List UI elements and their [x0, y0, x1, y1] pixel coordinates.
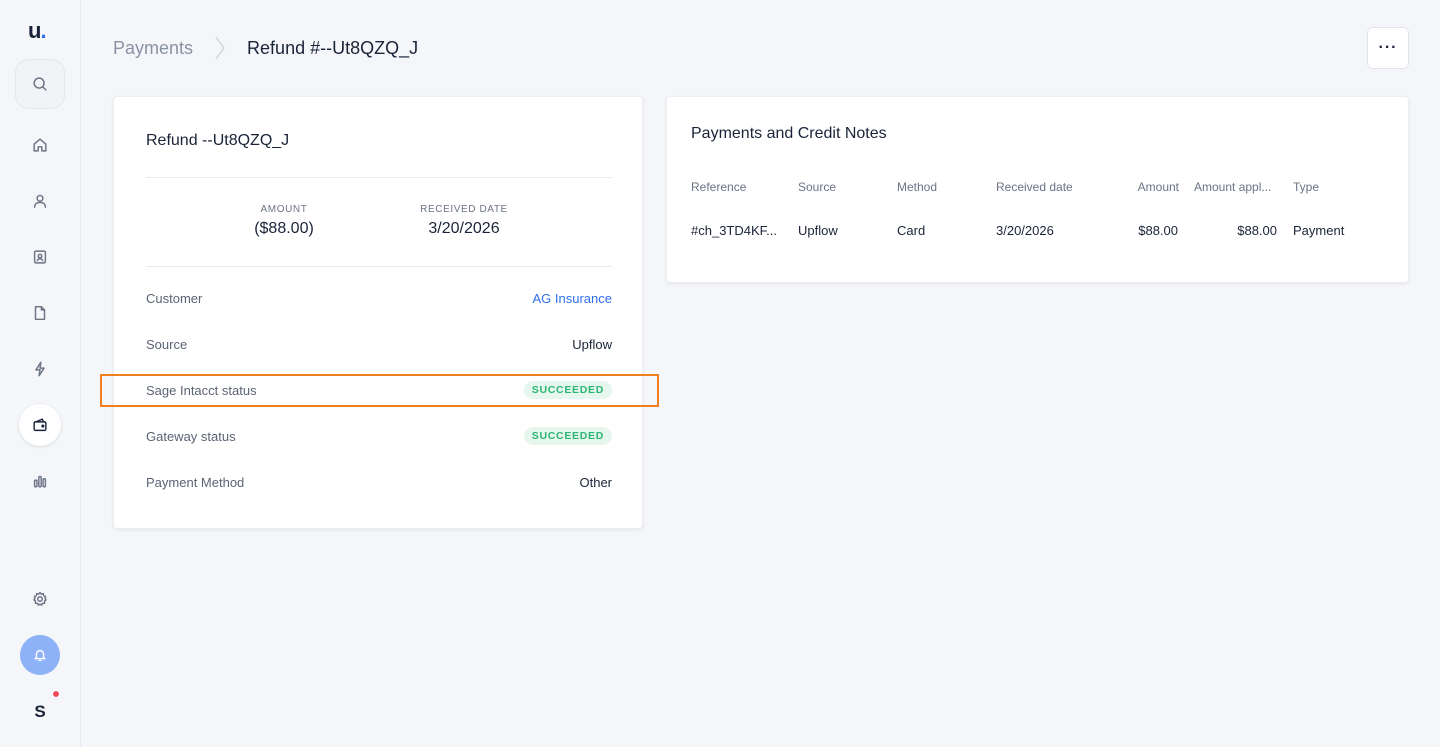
sidebar-item-invoices[interactable] [15, 288, 65, 338]
bell-icon [33, 649, 47, 662]
detail-label: Gateway status [146, 428, 236, 444]
column-header-amount-applied[interactable]: Amount appl... [1194, 180, 1278, 194]
detail-row-payment-method: Payment Method Other [146, 470, 612, 494]
user-icon [33, 194, 47, 209]
table-cell-type: Payment [1293, 223, 1345, 238]
column-header-method[interactable]: Method [897, 180, 987, 194]
document-icon [34, 305, 46, 321]
bar-chart-icon [33, 475, 47, 488]
sidebar-item-workflows[interactable] [15, 344, 65, 394]
table-cell-source: Upflow [798, 223, 838, 238]
column-header-type[interactable]: Type [1293, 180, 1373, 194]
sidebar-item-analytics[interactable] [15, 456, 65, 506]
sidebar-item-settings[interactable] [15, 574, 65, 624]
divider [146, 266, 612, 267]
sidebar-item-customers[interactable] [15, 176, 65, 226]
amount-value: ($88.00) [254, 220, 314, 237]
table-cell-amount-applied: $88.00 [1237, 223, 1277, 238]
chevron-right-icon [215, 36, 225, 60]
received-date-value: 3/20/2026 [428, 220, 500, 237]
detail-row-customer: Customer AG Insurance [146, 286, 612, 310]
customer-link[interactable]: AG Insurance [533, 291, 613, 306]
detail-row-sage-intacct-status: Sage Intacct status SUCCEEDED [146, 378, 612, 402]
status-badge: SUCCEEDED [523, 381, 612, 399]
section-title: Payments and Credit Notes [691, 125, 887, 142]
sidebar: u. S [0, 0, 81, 747]
detail-label: Sage Intacct status [146, 382, 257, 398]
sidebar-item-contacts[interactable] [15, 232, 65, 282]
page-title: Refund #--Ut8QZQ_J [247, 37, 419, 58]
detail-value: Upflow [572, 336, 612, 352]
breadcrumb: Payments Refund #--Ut8QZQ_J [113, 36, 418, 60]
detail-value: Other [579, 474, 612, 490]
lightning-icon [35, 361, 45, 377]
table-cell-received-date: 3/20/2026 [996, 223, 1054, 238]
avatar-notification-dot [52, 690, 60, 698]
search-icon [33, 77, 47, 91]
table-cell-reference[interactable]: #ch_3TD4KF... [691, 223, 786, 238]
received-date-stat: RECEIVED DATE 3/20/2026 [384, 204, 544, 238]
detail-row-source: Source Upflow [146, 332, 612, 356]
detail-row-gateway-status: Gateway status SUCCEEDED [146, 424, 612, 448]
divider [146, 177, 612, 178]
detail-label: Customer [146, 290, 203, 306]
refund-details-card: Refund --Ut8QZQ_J AMOUNT ($88.00) RECEIV… [113, 96, 643, 529]
contact-card-icon [33, 250, 47, 264]
sidebar-item-payments[interactable] [19, 404, 61, 446]
breadcrumb-payments-link[interactable]: Payments [113, 38, 193, 59]
amount-label: AMOUNT [260, 204, 308, 215]
column-header-amount[interactable]: Amount [1124, 180, 1179, 194]
upflow-logo[interactable]: u. [28, 18, 47, 44]
detail-label: Payment Method [146, 474, 245, 490]
home-icon [33, 138, 47, 152]
notifications-button[interactable] [20, 635, 60, 675]
column-header-source[interactable]: Source [798, 180, 888, 194]
received-date-label: RECEIVED DATE [420, 204, 508, 215]
refund-title: Refund --Ut8QZQ_J [146, 132, 290, 149]
amount-stat: AMOUNT ($88.00) [204, 204, 364, 238]
column-header-received-date[interactable]: Received date [996, 180, 1116, 194]
gear-icon [33, 591, 47, 606]
status-badge: SUCCEEDED [523, 427, 612, 445]
table-cell-method: Card [897, 223, 926, 238]
user-avatar[interactable]: S [25, 697, 55, 727]
detail-label: Source [146, 336, 188, 352]
search-button[interactable] [15, 59, 65, 109]
table-cell-amount: $88.00 [1138, 223, 1178, 238]
sidebar-item-home[interactable] [15, 120, 65, 170]
more-actions-button[interactable]: ··· [1367, 27, 1409, 69]
wallet-icon [33, 418, 47, 432]
payments-credit-notes-card: Payments and Credit Notes Reference Sour… [666, 96, 1409, 283]
column-header-reference[interactable]: Reference [691, 180, 791, 194]
